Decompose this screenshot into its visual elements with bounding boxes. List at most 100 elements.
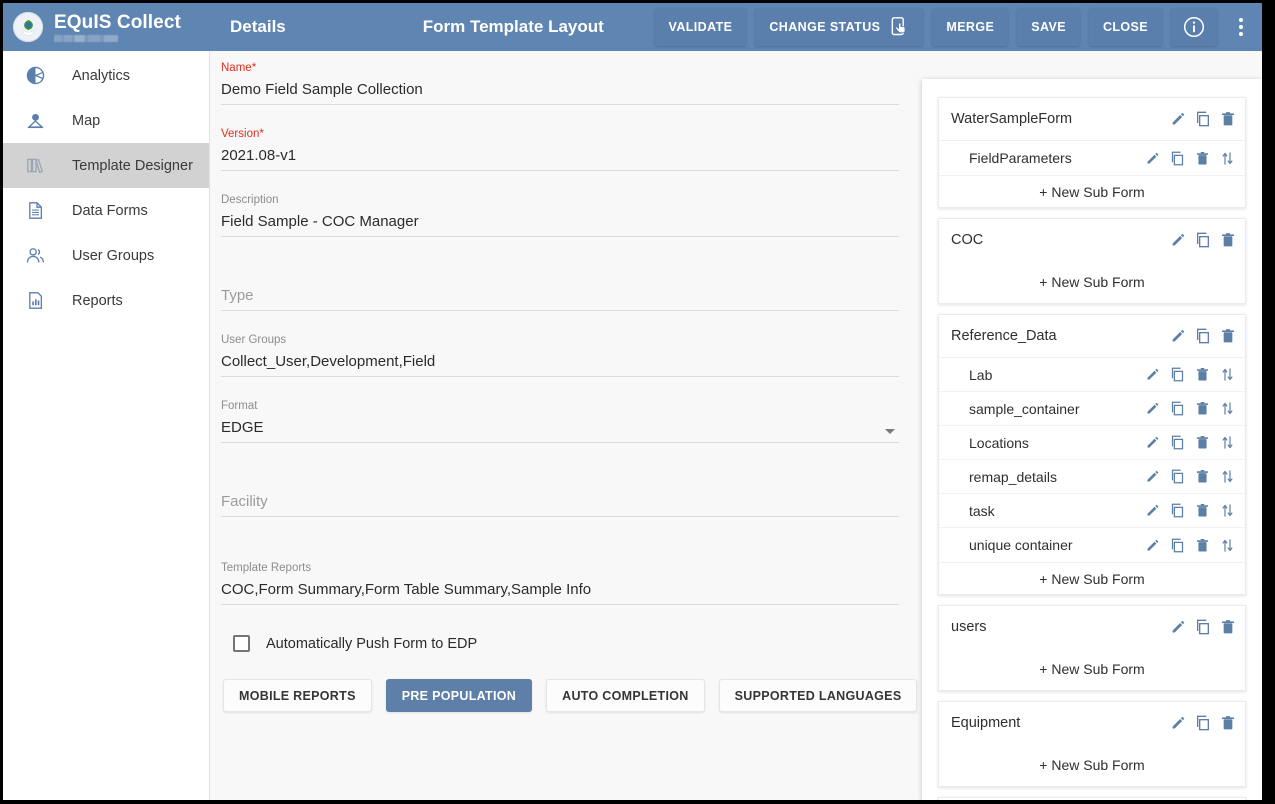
mobile-reports-button[interactable]: MOBILE REPORTS [223,679,372,712]
validate-button[interactable]: VALIDATE [655,8,747,46]
breadcrumb-details[interactable]: Details [230,17,286,37]
reorder-arrows-icon[interactable] [1218,365,1237,384]
field-underline [221,442,899,443]
new-sub-form-button[interactable]: + New Sub Form [939,648,1245,690]
trash-icon[interactable] [1218,327,1237,346]
edit-pencil-icon[interactable] [1168,618,1187,637]
field-value-name[interactable]: Demo Field Sample Collection [221,75,899,104]
change-status-button[interactable]: CHANGE STATUS [755,8,923,46]
trash-icon[interactable] [1193,149,1212,168]
edit-pencil-icon[interactable] [1143,501,1162,520]
sidebar-item-template-designer[interactable]: Template Designer [3,143,209,188]
new-sub-form-button[interactable]: + New Sub Form [939,175,1245,207]
auto-push-edp-checkbox[interactable] [233,635,250,652]
copy-icon[interactable] [1193,110,1212,129]
field-value-description[interactable]: Field Sample - COC Manager [221,207,899,236]
edit-pencil-icon[interactable] [1168,231,1187,250]
reorder-arrows-icon[interactable] [1218,149,1237,168]
subform-row[interactable]: sample_container [939,392,1245,426]
sidebar-item-data-forms[interactable]: Data Forms [3,188,209,233]
field-value-user-groups[interactable]: Collect_User,Development,Field [221,347,899,376]
body: Analytics Map [3,51,1262,800]
new-form-button[interactable]: + New Form [938,797,1246,800]
field-name: Name* Demo Field Sample Collection [221,61,899,105]
trash-icon[interactable] [1218,110,1237,129]
form-card-header[interactable]: Reference_Data [939,315,1245,357]
supported-languages-button[interactable]: SUPPORTED LANGUAGES [719,679,918,712]
chevron-down-icon[interactable] [885,429,895,434]
sidebar-item-map[interactable]: Map [3,98,209,143]
subform-row[interactable]: unique container [939,528,1245,562]
subform-icon-group [1143,433,1237,452]
copy-icon[interactable] [1193,327,1212,346]
copy-icon[interactable] [1193,618,1212,637]
info-button[interactable] [1171,8,1217,46]
edit-pencil-icon[interactable] [1143,467,1162,486]
sidebar-item-reports[interactable]: Reports [3,278,209,323]
copy-icon[interactable] [1193,714,1212,733]
form-card-header[interactable]: WaterSampleForm [939,98,1245,140]
trash-icon[interactable] [1218,618,1237,637]
copy-icon[interactable] [1193,231,1212,250]
reorder-arrows-icon[interactable] [1218,536,1237,555]
form-card-header[interactable]: users [939,606,1245,648]
edit-pencil-icon[interactable] [1168,327,1187,346]
edit-pencil-icon[interactable] [1143,433,1162,452]
edit-pencil-icon[interactable] [1143,149,1162,168]
copy-icon[interactable] [1168,501,1187,520]
merge-button[interactable]: MERGE [932,8,1008,46]
new-sub-form-button[interactable]: + New Sub Form [939,562,1245,594]
trash-icon[interactable] [1193,536,1212,555]
trash-icon[interactable] [1193,501,1212,520]
subform-row[interactable]: task [939,494,1245,528]
field-value-format[interactable]: EDGE [221,413,899,442]
subform-row[interactable]: Locations [939,426,1245,460]
sidebar-item-analytics[interactable]: Analytics [3,53,209,98]
field-value-template-reports[interactable]: COC,Form Summary,Form Table Summary,Samp… [221,575,899,604]
copy-icon[interactable] [1168,365,1187,384]
copy-icon[interactable] [1168,399,1187,418]
subform-row[interactable]: remap_details [939,460,1245,494]
close-button[interactable]: CLOSE [1089,8,1162,46]
copy-icon[interactable] [1168,433,1187,452]
subform-list: FieldParameters [939,140,1245,175]
map-pin-icon [22,110,48,131]
brand: EQuIS Collect [3,3,210,51]
reorder-arrows-icon[interactable] [1218,501,1237,520]
kebab-menu-icon[interactable] [1228,8,1254,46]
new-sub-form-button[interactable]: + New Sub Form [939,261,1245,303]
subform-name: Locations [969,435,1143,451]
auto-completion-button[interactable]: AUTO COMPLETION [546,679,705,712]
new-sub-form-button[interactable]: + New Sub Form [939,744,1245,786]
field-placeholder-facility[interactable]: Facility [221,487,899,516]
edit-pencil-icon[interactable] [1168,110,1187,129]
trash-icon[interactable] [1193,467,1212,486]
trash-icon[interactable] [1193,399,1212,418]
edit-pencil-icon[interactable] [1143,399,1162,418]
copy-icon[interactable] [1168,536,1187,555]
field-placeholder-type[interactable]: Type [221,281,899,310]
reorder-arrows-icon[interactable] [1218,467,1237,486]
trash-icon[interactable] [1193,365,1212,384]
trash-icon[interactable] [1193,433,1212,452]
sidebar-item-user-groups[interactable]: User Groups [3,233,209,278]
reorder-arrows-icon[interactable] [1218,433,1237,452]
pre-population-button[interactable]: PRE POPULATION [386,679,532,712]
form-card-header[interactable]: Equipment [939,702,1245,744]
subform-row[interactable]: Lab [939,358,1245,392]
copy-icon[interactable] [1168,467,1187,486]
trash-icon[interactable] [1218,231,1237,250]
form-card-header[interactable]: COC [939,219,1245,261]
reorder-arrows-icon[interactable] [1218,399,1237,418]
field-underline [221,310,899,311]
edit-pencil-icon[interactable] [1143,365,1162,384]
subform-row[interactable]: FieldParameters [939,141,1245,175]
copy-icon[interactable] [1168,149,1187,168]
edit-pencil-icon[interactable] [1168,714,1187,733]
trash-icon[interactable] [1218,714,1237,733]
field-value-version[interactable]: 2021.08-v1 [221,141,899,170]
field-label-version: Version* [221,127,899,141]
edit-pencil-icon[interactable] [1143,536,1162,555]
save-button[interactable]: SAVE [1017,8,1080,46]
users-icon [22,245,48,266]
